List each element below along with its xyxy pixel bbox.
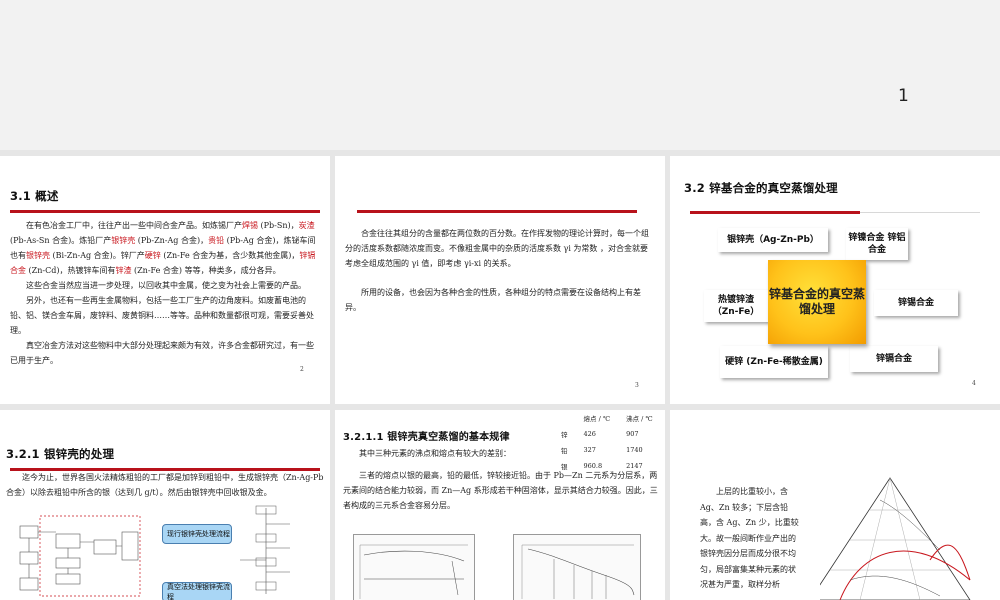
slide-layering[interactable]: 上层的比重较小，含 Ag、Zn 较多；下层含铅高，含 Ag、Zn 少，比重较大。…	[670, 410, 1000, 600]
layering-text: 上层的比重较小，含 Ag、Zn 较多；下层含铅高，含 Ag、Zn 少，比重较大。…	[700, 484, 800, 593]
table-row: 铅 327 1740	[561, 446, 643, 455]
title-underline	[10, 210, 320, 213]
paragraph-2: 所用的设备，也会因为各种合金的性质，各种组分的特点需要在设备结构上有差异。	[345, 288, 641, 312]
paragraph-1: 迄今为止，世界各国火法精炼粗铅的工厂都是加锌到粗铅中，生成银锌壳（Zn-Ag-P…	[6, 473, 324, 497]
slide-number: 2	[300, 366, 304, 373]
crust-text: 迄今为止，世界各国火法精炼粗铅的工厂都是加锌到粗铅中，生成银锌壳（Zn-Ag-P…	[6, 470, 324, 500]
slide-title: 3.2 锌基合金的真空蒸馏处理	[684, 181, 838, 195]
paragraph-1: 上层的比重较小，含 Ag、Zn 较多；下层含铅高，含 Ag、Zn 少，比重较大。…	[700, 487, 799, 589]
pb-zn-phase-diagram	[353, 534, 475, 600]
title-rule	[860, 212, 980, 213]
intro-text: 其中三种元素的沸点和熔点有较大的差别：	[359, 449, 511, 458]
paragraph-4: 真空冶金方法对这些物料中大部分处理起来颇为有效，许多合金都研究过，有一些已用于生…	[10, 341, 314, 365]
current-process-link[interactable]: 现行银锌壳处理流程	[162, 524, 232, 544]
ternary-text: 三者的熔点以银的最高，铅的最低，锌较接近铅。由于 Pb—Zn 二元系为分层系，两…	[343, 468, 659, 513]
box-galvanizing-dross: 热镀锌渣 （Zn-Fe）	[704, 290, 768, 322]
center-zinc-base-alloy: 锌基合金的真空蒸馏处理	[768, 260, 866, 344]
slide-number: 3	[635, 382, 639, 389]
title-underline	[690, 211, 860, 214]
slide-alloy-notes[interactable]: 合金往往其组分的含量都在两位数的百分数。在作挥发物的理论计算时，每一个组分的活度…	[335, 156, 665, 404]
melting-boiling-table: 熔点 / ℃ 沸点 / ℃ 锌 426 907 铅 327 1740 银 960…	[553, 410, 661, 474]
box-silver-zinc-crust: 银锌壳（Ag-Zn-Pb）	[718, 228, 828, 252]
paragraph-1: 三者的熔点以银的最高，铅的最低，锌较接近铅。由于 Pb—Zn 二元系为分层系，两…	[343, 471, 658, 510]
top-band	[0, 0, 1000, 150]
slide-title: 3.2.1 银锌壳的处理	[6, 447, 115, 461]
slide-title: 3.2.1.1 银锌壳真空蒸馏的基本规律	[343, 432, 510, 443]
top-rule	[357, 210, 637, 213]
slide-distillation-basics[interactable]: 3.2.1.1 银锌壳真空蒸馏的基本规律 其中三种元素的沸点和熔点有较大的差别：…	[335, 410, 665, 600]
slide-zinc-alloys[interactable]: 3.2 锌基合金的真空蒸馏处理 银锌壳（Ag-Zn-Pb） 锌镍合金 锌铝合金 …	[670, 156, 1000, 404]
overview-text: 在有色冶金工厂中，往往产出一些中间合金产品。如炼锡厂产焊锡 (Pb-Sn)，炭渣…	[10, 218, 320, 368]
table-row: 锌 426 907	[561, 430, 639, 439]
alloy-notes-text: 合金往往其组分的含量都在两位数的百分数。在作挥发物的理论计算时，每一个组分的活度…	[345, 226, 655, 315]
slide-title: 3.1 概述	[10, 189, 59, 203]
box-zinc-cadmium: 锌镉合金	[850, 346, 938, 372]
box-zinc-nickel-aluminum: 锌镍合金 锌铝合金	[846, 228, 908, 260]
paragraph-1: 在有色冶金工厂中，往往产出一些中间合金产品。如炼锡厂产焊锡 (Pb-Sn)，炭渣…	[10, 221, 316, 275]
zn-ag-phase-diagram	[513, 534, 641, 600]
vacuum-process-flowchart	[240, 505, 290, 594]
vacuum-process-link[interactable]: 真空法处理银锌壳流程	[162, 582, 232, 600]
slide-overview[interactable]: 3.1 概述 在有色冶金工厂中，往往产出一些中间合金产品。如炼锡厂产焊锡 (Pb…	[0, 156, 330, 404]
ternary-phase-diagram	[820, 477, 971, 600]
paragraph-1: 合金往往其组分的含量都在两位数的百分数。在作挥发物的理论计算时，每一个组分的活度…	[345, 229, 649, 268]
paragraph-2: 这些合金当然应当进一步处理，以回收其中金属，使之变为社会上需要的产品。	[26, 281, 306, 290]
paragraph-3: 另外，也还有一些再生金属物料，包括一些工厂生产的边角废料。如废蓄电池的铅、铝、镁…	[10, 296, 314, 335]
slide-crust-processing[interactable]: 3.2.1 银锌壳的处理 迄今为止，世界各国火法精炼粗铅的工厂都是加锌到粗铅中，…	[0, 410, 330, 600]
box-zinc-tin: 锌锡合金	[874, 290, 958, 316]
current-process-flowchart	[16, 512, 166, 600]
box-hard-zinc: 硬锌 (Zn-Fe-稀散金属)	[720, 346, 828, 378]
page-number: 1	[898, 86, 909, 106]
table-header: 熔点 / ℃ 沸点 / ℃	[583, 415, 653, 423]
slide-number: 4	[972, 380, 976, 387]
